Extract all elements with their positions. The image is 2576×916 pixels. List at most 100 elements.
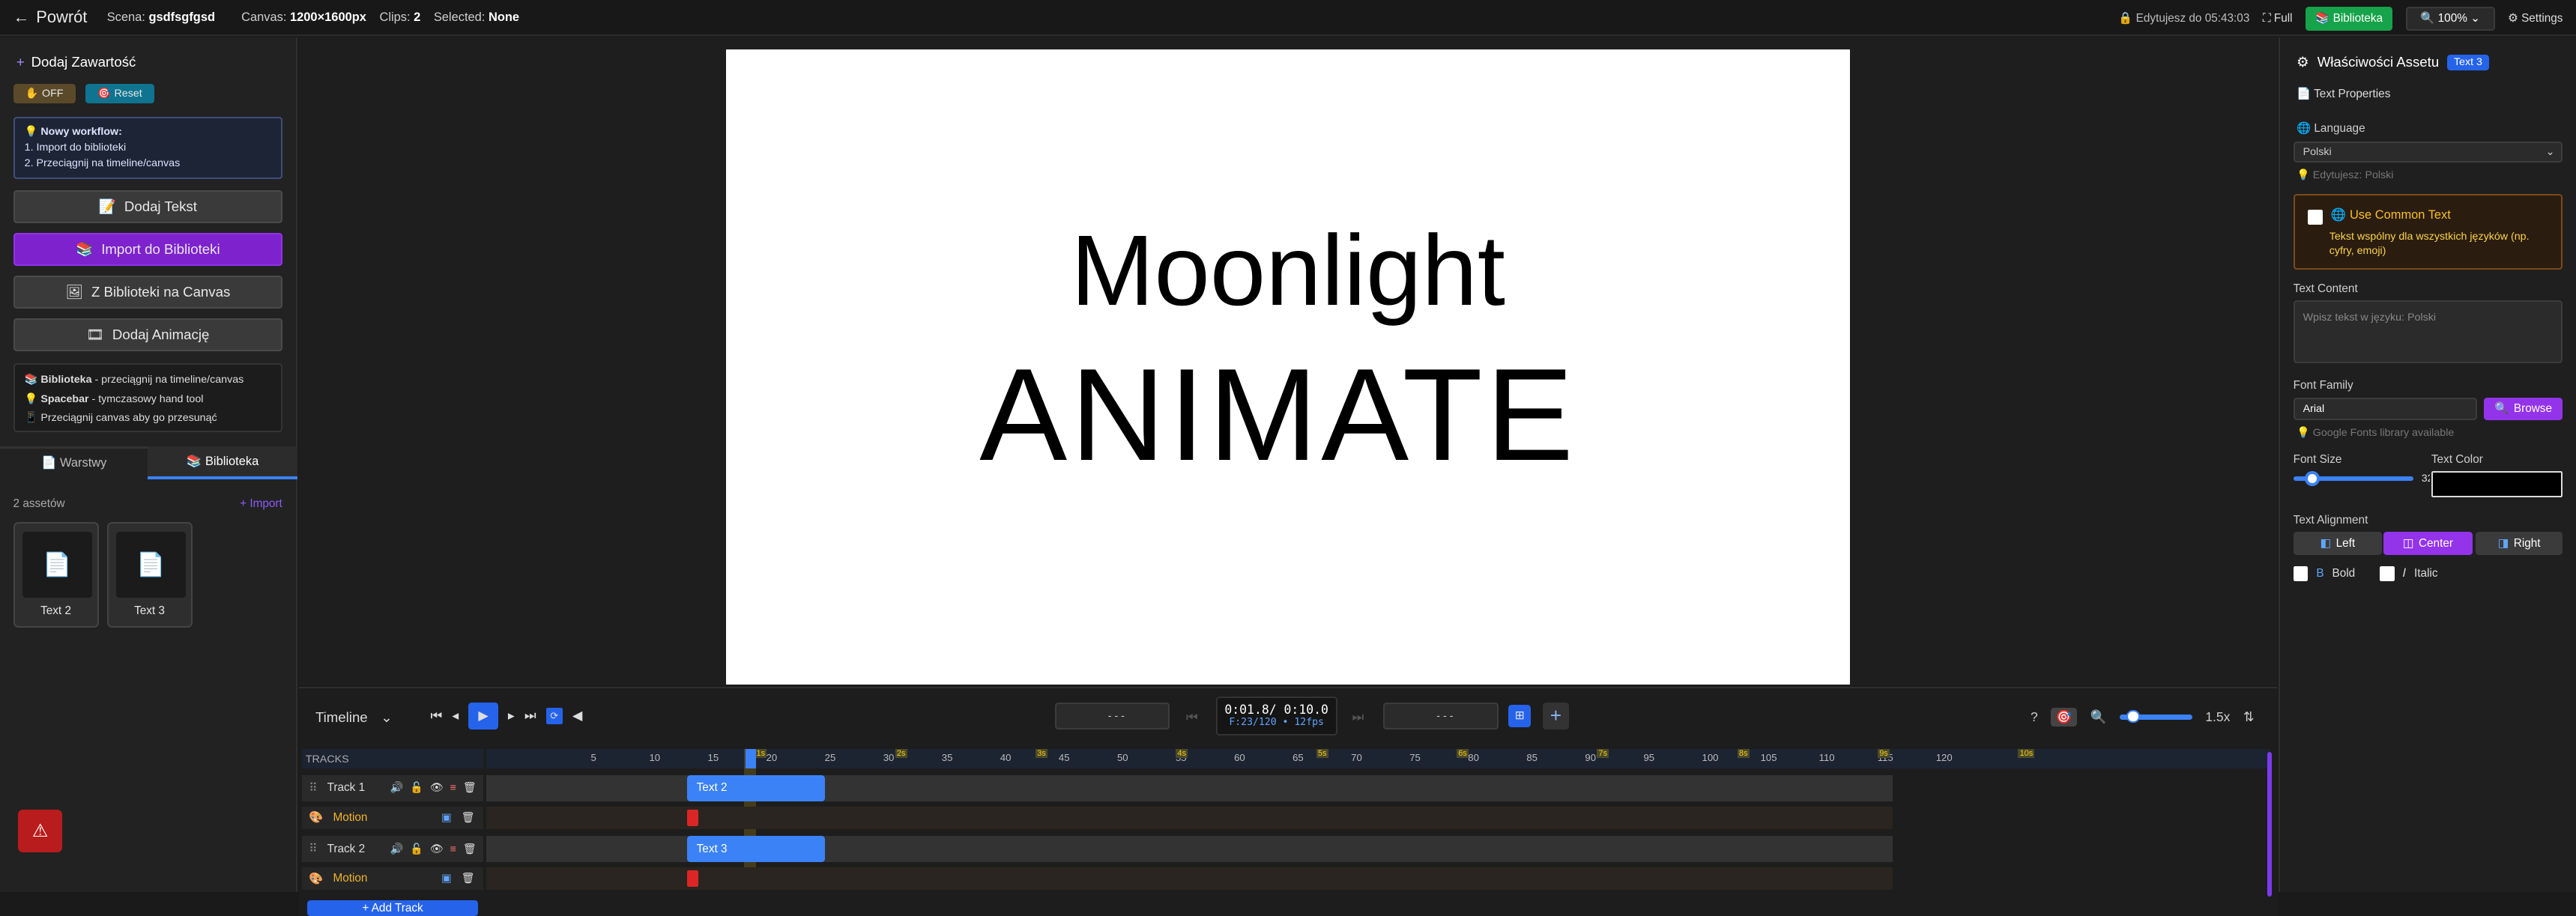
play-button[interactable]: ▶	[468, 703, 498, 730]
track-header[interactable]: ⠿ Track 1 🔊 🔓 👁 ≡ 🗑	[302, 774, 483, 801]
tab-library[interactable]: 📚 Biblioteka	[148, 446, 297, 480]
font-family-input[interactable]: Arial	[2293, 397, 2478, 421]
timeline-title[interactable]: Timeline ⌄	[315, 709, 393, 726]
snap-toggle-icon[interactable]: ⊞	[1508, 704, 1532, 728]
font-size-slider[interactable]	[2293, 471, 2413, 486]
canvas[interactable]: Moonlight ANIMATE	[726, 49, 1850, 685]
step-forward-icon[interactable]: ▸	[508, 708, 515, 724]
target-icon[interactable]: 🎯	[2051, 708, 2078, 727]
library-to-canvas-button[interactable]: 🖼 Z Biblioteki na Canvas	[13, 276, 283, 309]
volume-icon[interactable]: 🔊	[390, 843, 404, 855]
ruler-tick: 90	[1585, 752, 1597, 764]
chevron-down-icon: ⌄	[2470, 12, 2480, 25]
language-select[interactable]: Polski ⌄	[2293, 141, 2563, 163]
import-link[interactable]: + Import	[240, 497, 282, 511]
add-track-button[interactable]: + Add Track	[307, 900, 479, 916]
chevron-down-icon: ⌄	[381, 709, 393, 726]
ruler-tick: 105	[1760, 752, 1777, 764]
layers-icon[interactable]: ≡	[450, 782, 456, 794]
align-left-button[interactable]: ◧ Left	[2293, 532, 2383, 556]
jump-start-icon[interactable]: ⏮	[1186, 709, 1198, 725]
back-button[interactable]: ← Powrót	[13, 7, 88, 27]
canvas-text-animate[interactable]: ANIMATE	[726, 342, 1850, 489]
settings-button[interactable]: ⚙ Settings	[2508, 11, 2563, 25]
volume-icon[interactable]: ◀	[572, 708, 582, 724]
motion-icon: 🎨	[309, 811, 324, 825]
skip-end-icon[interactable]: ⏭	[524, 708, 536, 724]
timeline-clip[interactable]: Text 3	[686, 836, 825, 863]
help-icon[interactable]: ?	[2031, 709, 2038, 725]
italic-checkbox[interactable]	[2380, 566, 2395, 582]
lock-icon[interactable]: 🔓	[410, 843, 423, 855]
layers-icon[interactable]: ≡	[450, 843, 456, 855]
trash-icon[interactable]: 🗑	[463, 782, 477, 794]
track-header[interactable]: ⠿ Track 2 🔊 🔓 👁 ≡ 🗑	[302, 836, 483, 863]
add-animation-button[interactable]: 🎞 Dodaj Animację	[13, 318, 283, 352]
workflow-info: 💡 Nowy workflow: 1. Import do biblioteki…	[13, 116, 283, 179]
fullscreen-button[interactable]: ⛶ Full	[2263, 12, 2293, 25]
jump-end-icon[interactable]: ⏭	[1352, 709, 1364, 725]
align-right-button[interactable]: ◨ Right	[2476, 532, 2563, 556]
hand-tool-toggle[interactable]: ✋ OFF	[13, 83, 76, 104]
eye-icon[interactable]: 👁	[430, 843, 444, 855]
tab-layers[interactable]: 📄 Warstwy	[0, 446, 148, 479]
browse-button[interactable]: 🔍 Browse	[2484, 397, 2563, 421]
in-point-input[interactable]: - - -	[1054, 703, 1170, 730]
align-center-button[interactable]: ◫ Center	[2383, 532, 2473, 556]
google-fonts-note: 💡 Google Fonts library available	[2297, 427, 2455, 440]
properties-title: ⚙ Właściwości Assetu Text 3	[2297, 54, 2489, 70]
step-back-icon[interactable]: ◂	[452, 708, 459, 724]
scene-name: gsdfsgfgsd	[148, 10, 216, 24]
library-button[interactable]: 📚 Biblioteka	[2306, 6, 2393, 31]
library-icon: 📚	[2315, 12, 2330, 25]
bold-checkbox[interactable]	[2293, 566, 2309, 582]
motion-icon: 🎨	[309, 872, 324, 885]
asset-card[interactable]: 📄 Text 3	[106, 522, 193, 628]
add-keyframe-icon[interactable]: +	[1542, 703, 1569, 730]
trash-icon[interactable]: 🗑	[463, 843, 477, 855]
timeline-scrollbar[interactable]	[2267, 752, 2273, 897]
trash-icon[interactable]: 🗑	[462, 812, 475, 824]
reset-button[interactable]: 🎯 Reset	[85, 83, 155, 104]
trash-icon[interactable]: 🗑	[462, 873, 475, 885]
eye-icon[interactable]: 👁	[430, 782, 444, 794]
timeline-zoom-slider[interactable]	[2120, 709, 2192, 724]
warning-button[interactable]: ⚠	[18, 809, 63, 852]
ruler-tick: 80	[1468, 752, 1479, 764]
canvas-text-moonlight[interactable]: Moonlight	[726, 213, 1850, 328]
edit-lock-status: 🔒 Edytujesz do 05:43:03	[2118, 12, 2250, 25]
keyframe-icon[interactable]: ▣	[441, 873, 451, 885]
timeline-clip[interactable]: Text 2	[686, 774, 825, 801]
loop-icon[interactable]: ⟳	[545, 708, 563, 724]
out-point-input[interactable]: - - -	[1383, 703, 1499, 730]
keyframe-marker[interactable]	[686, 870, 698, 887]
add-text-button[interactable]: 📝 Dodaj Tekst	[13, 190, 283, 224]
add-content-title: + Dodaj Zawartość	[16, 54, 136, 70]
motion-header[interactable]: 🎨 Motion ▣ 🗑	[302, 867, 483, 891]
asset-card[interactable]: 📄 Text 2	[13, 522, 99, 628]
content-label: Text Content	[2293, 282, 2358, 296]
search-icon: 🔍	[2420, 12, 2435, 25]
lock-icon[interactable]: 🔓	[410, 782, 423, 794]
language-label: 🌐 Language	[2297, 122, 2365, 136]
tips-box: 📚 Biblioteka - przeciągnij na timeline/c…	[13, 363, 283, 432]
skip-start-icon[interactable]: ⏮	[430, 708, 442, 724]
import-library-button[interactable]: 📚 Import do Biblioteki	[13, 233, 283, 267]
zoom-dropdown[interactable]: 🔍 100% ⌄	[2405, 6, 2495, 31]
lock-icon: 🔒	[2118, 12, 2133, 25]
text-color-swatch[interactable]	[2431, 471, 2563, 498]
keyframe-marker[interactable]	[686, 809, 698, 826]
motion-header[interactable]: 🎨 Motion ▣ 🗑	[302, 806, 483, 830]
zoom-icon[interactable]: 🔍	[2090, 709, 2107, 725]
common-text-checkbox[interactable]	[2308, 210, 2323, 225]
sort-icon[interactable]: ⇅	[2243, 709, 2255, 725]
ruler-tick: 85	[1526, 752, 1538, 764]
common-text-box: 🌐 Use Common Text Tekst wspólny dla wszy…	[2293, 193, 2563, 270]
volume-icon[interactable]: 🔊	[390, 782, 404, 794]
second-marker: 1s	[755, 748, 767, 758]
second-marker: 6s	[1457, 748, 1469, 758]
time-display: 0:01.8/ 0:10.0 F:23/120 • 12fps	[1215, 696, 1337, 736]
playhead[interactable]	[746, 748, 756, 769]
text-content-input[interactable]: Wpisz tekst w języku: Polski	[2293, 300, 2563, 363]
keyframe-icon[interactable]: ▣	[441, 812, 451, 824]
